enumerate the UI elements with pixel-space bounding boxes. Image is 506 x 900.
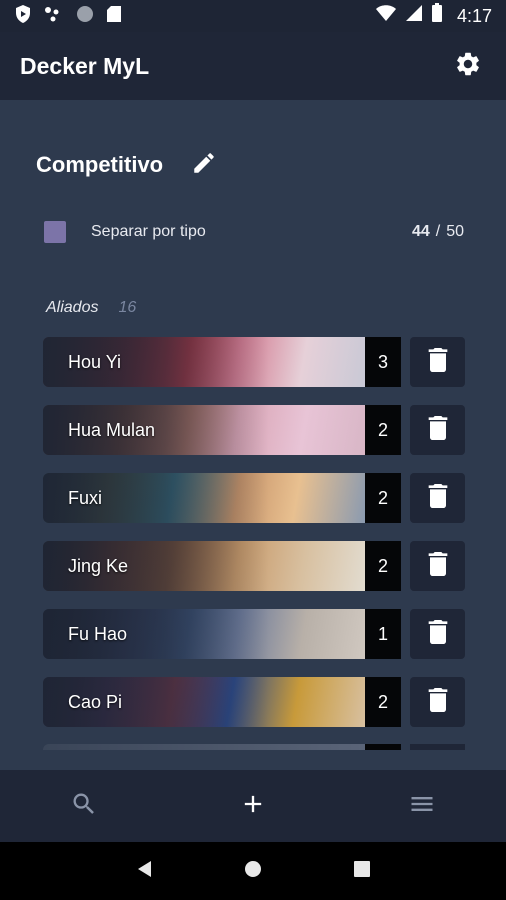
app-bar: Decker MyL <box>0 32 506 100</box>
app-title: Decker MyL <box>20 52 150 79</box>
trash-icon <box>428 619 448 649</box>
signal-icon <box>405 4 423 28</box>
card-name: Hua Mulan <box>68 420 156 440</box>
delete-card-button[interactable] <box>410 677 465 727</box>
gear-icon <box>454 50 482 83</box>
card-name: Fu Hao <box>68 624 128 644</box>
wifi-icon <box>375 4 397 28</box>
bottom-nav <box>0 770 506 842</box>
deck-content: Competitivo Separar por tipo 44 / 50 Aliad… <box>0 100 506 770</box>
delete-card-button[interactable] <box>410 609 465 659</box>
card-name: Jing Ke <box>68 556 129 576</box>
card-quantity <box>365 744 401 750</box>
card-list: Hou Yi 3 Hua Mulan 2 Fuxi 2 Jing Ke 2 Fu… <box>43 337 465 745</box>
recents-button[interactable] <box>342 851 382 891</box>
back-icon <box>135 859 153 884</box>
card-row: Hou Yi 3 <box>43 337 465 387</box>
card-quantity[interactable]: 2 <box>365 473 401 523</box>
card-quantity[interactable]: 2 <box>365 677 401 727</box>
card-art[interactable]: Hua Mulan <box>43 405 365 455</box>
card-row-partial <box>43 744 465 750</box>
card-counter: 44 / 50 <box>412 223 464 241</box>
sd-card-icon <box>106 5 122 28</box>
card-row: Cao Pi 2 <box>43 677 465 727</box>
trash-icon <box>428 347 448 377</box>
add-card-button[interactable] <box>229 782 277 830</box>
separator-label: Separar por tipo <box>91 223 206 240</box>
menu-button[interactable] <box>398 782 446 830</box>
card-quantity[interactable]: 2 <box>365 405 401 455</box>
delete-card-button[interactable] <box>410 405 465 455</box>
circle-icon <box>76 5 94 28</box>
section-title: Aliados <box>46 299 99 316</box>
card-art[interactable] <box>43 744 365 750</box>
card-name: Cao Pi <box>68 692 123 712</box>
card-art[interactable]: Fu Hao <box>43 609 365 659</box>
deck-header: Competitivo <box>36 150 219 180</box>
card-row: Fuxi 2 <box>43 473 465 523</box>
deck-name: Competitivo <box>36 152 164 177</box>
dots-icon <box>44 6 64 27</box>
card-name: Hou Yi <box>68 352 122 372</box>
settings-button[interactable] <box>450 48 486 84</box>
card-art[interactable]: Fuxi <box>43 473 365 523</box>
card-row: Jing Ke 2 <box>43 541 465 591</box>
card-quantity[interactable]: 3 <box>365 337 401 387</box>
edit-deck-button[interactable] <box>189 150 219 180</box>
delete-card-button[interactable] <box>410 337 465 387</box>
back-button[interactable] <box>124 851 164 891</box>
delete-card-button[interactable] <box>410 473 465 523</box>
home-icon <box>243 859 263 884</box>
card-art[interactable]: Hou Yi <box>43 337 365 387</box>
search-button[interactable] <box>60 782 108 830</box>
card-quantity[interactable]: 1 <box>365 609 401 659</box>
add-icon <box>239 790 267 823</box>
card-count-separator: / <box>435 223 441 240</box>
status-bar: 4:17 <box>0 0 506 32</box>
recents-icon <box>353 860 371 883</box>
card-art[interactable]: Jing Ke <box>43 541 365 591</box>
section-header: Aliados 16 <box>46 299 136 317</box>
delete-card-button[interactable] <box>410 744 465 750</box>
trash-icon <box>428 551 448 581</box>
section-count: 16 <box>118 299 137 316</box>
card-count-max: 50 <box>446 223 464 240</box>
card-row: Hua Mulan 2 <box>43 405 465 455</box>
system-nav <box>0 842 506 900</box>
delete-card-button[interactable] <box>410 541 465 591</box>
card-row: Fu Hao 1 <box>43 609 465 659</box>
trash-icon <box>428 687 448 717</box>
home-button[interactable] <box>233 851 273 891</box>
search-icon <box>70 790 98 823</box>
card-quantity[interactable]: 2 <box>365 541 401 591</box>
shield-icon <box>14 4 32 29</box>
card-name: Fuxi <box>68 488 103 508</box>
menu-icon <box>406 790 438 823</box>
separate-by-type-checkbox[interactable] <box>44 221 66 243</box>
card-art[interactable]: Cao Pi <box>43 677 365 727</box>
trash-icon <box>428 483 448 513</box>
separator-row: Separar por tipo 44 / 50 <box>44 220 464 244</box>
battery-icon <box>431 3 443 29</box>
card-count-current: 44 <box>411 223 430 240</box>
trash-icon <box>428 415 448 445</box>
status-time: 4:17 <box>456 5 492 26</box>
pencil-icon <box>191 150 217 181</box>
